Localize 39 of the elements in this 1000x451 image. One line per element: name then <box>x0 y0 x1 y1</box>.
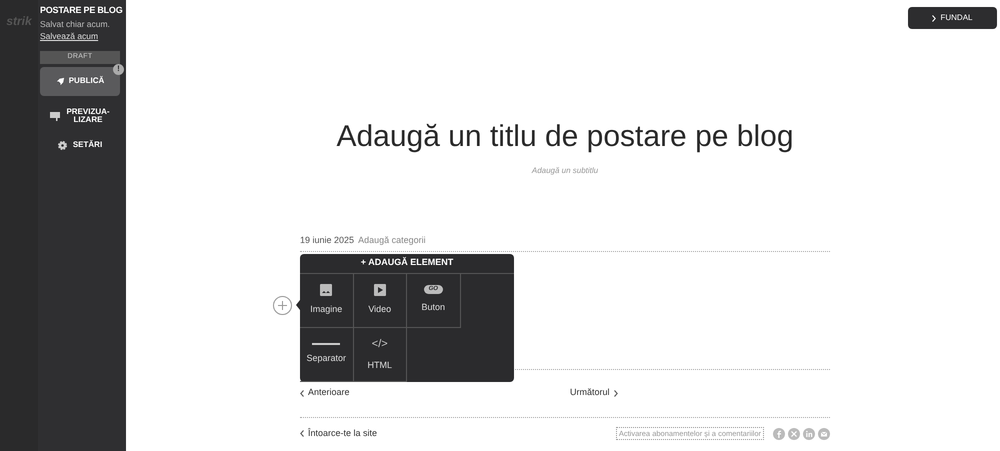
chevron-left-icon <box>300 390 304 396</box>
category-link[interactable]: Adaugă categorii <box>358 234 426 248</box>
share-link[interactable] <box>788 428 800 440</box>
previous-link[interactable]: Anterioare <box>300 386 570 400</box>
element-option[interactable]: Separator <box>300 328 354 382</box>
back-link[interactable]: Întoarce-te la site <box>300 426 378 440</box>
share-link[interactable] <box>818 428 830 440</box>
post-date: 19 iunie 2025 <box>300 234 354 247</box>
monitor-icon <box>50 112 60 121</box>
element-option[interactable]: Video <box>354 274 407 328</box>
play-icon <box>374 284 386 296</box>
chevron-right-icon <box>614 390 618 396</box>
linkedin-icon <box>803 428 815 440</box>
popup-title: + ADAUGĂ ELEMENT <box>300 254 514 274</box>
chevron-left-icon <box>300 430 304 437</box>
background-button[interactable]: FUNDAL <box>908 7 997 29</box>
element-option[interactable]: Imagine <box>300 274 354 328</box>
facebook-icon <box>773 428 785 440</box>
plus-icon <box>278 300 287 310</box>
settings-button[interactable]: SETĂRI <box>40 141 120 150</box>
image-icon <box>320 284 332 296</box>
rocket-icon <box>56 76 65 86</box>
panel-title: POSTARE PE BLOG <box>40 4 124 17</box>
warning-badge: ! <box>113 64 124 74</box>
element-option[interactable]: </> HTML <box>354 328 407 382</box>
preview-button[interactable]: PREVIZUA- LIZARE <box>40 108 120 126</box>
post-title[interactable]: Adaugă un titlu de postare pe blog <box>300 114 830 159</box>
line-icon <box>312 342 340 345</box>
save-status: Salvat chiar acum. <box>40 18 111 30</box>
next-link[interactable]: Următorul <box>570 386 618 400</box>
share-link[interactable] <box>773 428 785 440</box>
code-icon: </> <box>372 336 388 352</box>
save-link[interactable]: Salvează acum <box>40 30 124 43</box>
add-button[interactable] <box>273 296 292 314</box>
chevron-right-icon <box>932 14 936 22</box>
share-link[interactable] <box>803 428 815 440</box>
x-icon <box>788 428 800 440</box>
gear-icon <box>58 141 67 150</box>
mail-icon <box>818 428 830 440</box>
